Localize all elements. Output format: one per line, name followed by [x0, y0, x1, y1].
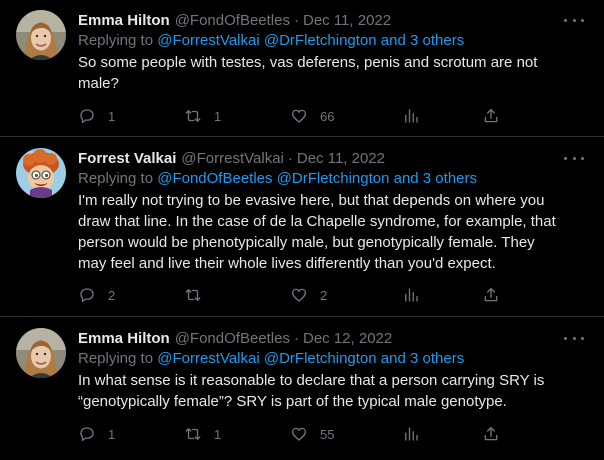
author-handle[interactable]: @FondOfBeetles: [175, 12, 290, 29]
reply-icon: [80, 427, 94, 442]
avatar[interactable]: [16, 148, 66, 198]
share-icon: [484, 108, 498, 123]
views-icon: [405, 109, 418, 123]
retweet-count: 1: [214, 426, 222, 442]
avatar[interactable]: [16, 10, 66, 60]
replying-to: Replying to @ForrestValkai @DrFletchingt…: [78, 30, 464, 51]
tweet-text: In what sense is it reasonable to declar…: [78, 370, 584, 412]
like-button[interactable]: 2: [290, 285, 327, 305]
author-handle[interactable]: @FondOfBeetles: [175, 330, 290, 347]
tweet-text: I'm really not trying to be evasive here…: [78, 190, 584, 274]
more-icon[interactable]: [564, 330, 584, 346]
tweet-text-line: In what sense is it reasonable to declar…: [78, 372, 545, 389]
separator-dot: ·: [287, 149, 293, 167]
tweet-text-line: I'm really not trying to be evasive here…: [78, 192, 545, 209]
tweet-text-line: person would be phenotypically male, but…: [78, 234, 535, 251]
reply-icon: [80, 288, 94, 303]
tweet-date[interactable]: Dec 12, 2022: [303, 330, 392, 347]
divider: [0, 316, 604, 317]
tweet-header: Emma Hilton @FondOfBeetles · Dec 11, 202…: [78, 10, 391, 30]
like-icon: [291, 109, 307, 123]
views-icon: [405, 288, 418, 302]
views-button[interactable]: [402, 424, 420, 444]
author-name[interactable]: Emma Hilton: [78, 12, 170, 29]
tweet-text-line: So some people with testes, vas deferens…: [78, 54, 538, 71]
more-icon[interactable]: [564, 12, 584, 28]
share-button[interactable]: [482, 106, 500, 126]
like-button[interactable]: 66: [290, 106, 334, 126]
like-count: 2: [320, 287, 328, 303]
retweet-icon: [185, 110, 201, 122]
replying-to: Replying to @FondOfBeetles @DrFletchingt…: [78, 168, 477, 189]
replying-mentions[interactable]: @ForrestValkai @DrFletchington and 3 oth…: [157, 32, 464, 49]
tweet-text: So some people with testes, vas deferens…: [78, 52, 584, 94]
reply-icon: [80, 109, 94, 124]
tweet-text-line: male?: [78, 75, 119, 92]
retweet-button[interactable]: [184, 285, 214, 305]
tweet-thread: Emma Hilton @FondOfBeetles · Dec 11, 202…: [0, 0, 604, 460]
reply-count: 1: [108, 426, 116, 442]
author-name[interactable]: Forrest Valkai: [78, 150, 176, 167]
replying-mentions[interactable]: @ForrestValkai @DrFletchington and 3 oth…: [157, 350, 464, 367]
tweet-header: Forrest Valkai @ForrestValkai · Dec 11, …: [78, 148, 385, 168]
tweet-actions: 2 2: [70, 285, 510, 305]
retweet-icon: [185, 289, 201, 301]
reply-button[interactable]: 1: [78, 106, 115, 126]
like-count: 55: [320, 426, 335, 442]
like-icon: [291, 288, 307, 302]
tweet[interactable]: Emma Hilton @FondOfBeetles · Dec 12, 202…: [0, 328, 604, 460]
share-icon: [484, 287, 498, 302]
retweet-button[interactable]: 1: [184, 106, 221, 126]
tweet-date[interactable]: Dec 11, 2022: [303, 12, 391, 29]
author-handle[interactable]: @ForrestValkai: [181, 150, 283, 167]
reply-count: 1: [108, 108, 116, 124]
tweet[interactable]: Emma Hilton @FondOfBeetles · Dec 11, 202…: [0, 10, 604, 136]
tweet-actions: 1 1 55: [70, 424, 510, 444]
replying-prefix: Replying to: [78, 350, 154, 367]
separator-dot: ·: [293, 11, 299, 29]
reply-button[interactable]: 1: [78, 424, 115, 444]
tweet[interactable]: Forrest Valkai @ForrestValkai · Dec 11, …: [0, 148, 604, 312]
tweet-actions: 1 1 66: [70, 106, 510, 126]
tweet-text-line: draw that line. In the case of de la Cha…: [78, 213, 556, 230]
share-button[interactable]: [482, 285, 500, 305]
like-button[interactable]: 55: [290, 424, 334, 444]
tweet-text-line: may feel and live their whole lives diff…: [78, 255, 496, 272]
replying-prefix: Replying to: [78, 32, 154, 49]
share-button[interactable]: [482, 424, 500, 444]
author-name[interactable]: Emma Hilton: [78, 330, 170, 347]
replying-to: Replying to @ForrestValkai @DrFletchingt…: [78, 348, 464, 369]
share-icon: [484, 426, 498, 441]
tweet-text-line: “genotypically female”? SRY is part of t…: [78, 393, 507, 410]
retweet-icon: [185, 428, 201, 440]
replying-prefix: Replying to: [78, 170, 154, 187]
views-icon: [405, 427, 418, 441]
like-count: 66: [320, 108, 335, 124]
retweet-count: 1: [214, 108, 222, 124]
views-button[interactable]: [402, 285, 420, 305]
tweet-date[interactable]: Dec 11, 2022: [297, 150, 385, 167]
separator-dot: ·: [293, 329, 299, 347]
views-button[interactable]: [402, 106, 420, 126]
tweet-header: Emma Hilton @FondOfBeetles · Dec 12, 202…: [78, 328, 392, 348]
replying-mentions[interactable]: @FondOfBeetles @DrFletchington and 3 oth…: [157, 170, 477, 187]
reply-count: 2: [108, 287, 116, 303]
divider: [0, 136, 604, 137]
reply-button[interactable]: 2: [78, 285, 115, 305]
like-icon: [291, 427, 307, 441]
more-icon[interactable]: [564, 150, 584, 166]
retweet-button[interactable]: 1: [184, 424, 221, 444]
avatar[interactable]: [16, 328, 66, 378]
